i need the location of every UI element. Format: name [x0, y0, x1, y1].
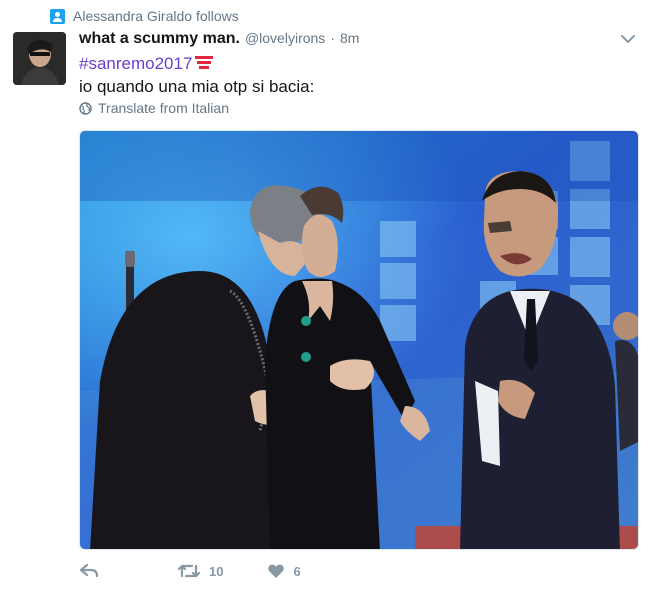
- follow-person-icon: [50, 8, 65, 24]
- sanremo-flag-icon: [195, 56, 214, 69]
- separator-dot: ·: [330, 30, 335, 46]
- tweet-header: what a scummy man. @lovelyirons · 8m: [79, 30, 590, 50]
- tweet-timestamp[interactable]: 8m: [340, 30, 359, 46]
- tweet-text: io quando una mia otp si bacia:: [79, 77, 315, 96]
- social-context-text[interactable]: Alessandra Giraldo follows: [73, 8, 239, 24]
- tweet-photo[interactable]: [79, 130, 639, 550]
- tweet-body: #sanremo2017 io quando una mia otp si ba…: [79, 52, 314, 98]
- like-button[interactable]: 6: [267, 563, 301, 579]
- translate-label: Translate from Italian: [98, 100, 229, 116]
- retweet-icon: [177, 564, 201, 578]
- heart-icon: [268, 564, 285, 578]
- hashtag-link[interactable]: #sanremo2017: [79, 54, 192, 73]
- avatar[interactable]: [13, 32, 66, 85]
- globe-icon: [79, 101, 92, 115]
- like-count: 6: [293, 563, 301, 579]
- chevron-down-icon[interactable]: [618, 32, 638, 46]
- retweet-button[interactable]: 10: [177, 563, 223, 579]
- translate-link[interactable]: Translate from Italian: [79, 100, 229, 116]
- author-name[interactable]: what a scummy man.: [79, 30, 240, 48]
- author-handle[interactable]: @lovelyirons: [245, 30, 325, 46]
- avatar-photo: [13, 32, 66, 85]
- reply-button[interactable]: [79, 563, 99, 579]
- tweet-actions: 10 6: [79, 563, 335, 579]
- reply-icon: [79, 563, 99, 578]
- tweet-photo-image: [80, 131, 638, 549]
- retweet-count: 10: [209, 563, 224, 579]
- social-context: Alessandra Giraldo follows: [50, 6, 239, 26]
